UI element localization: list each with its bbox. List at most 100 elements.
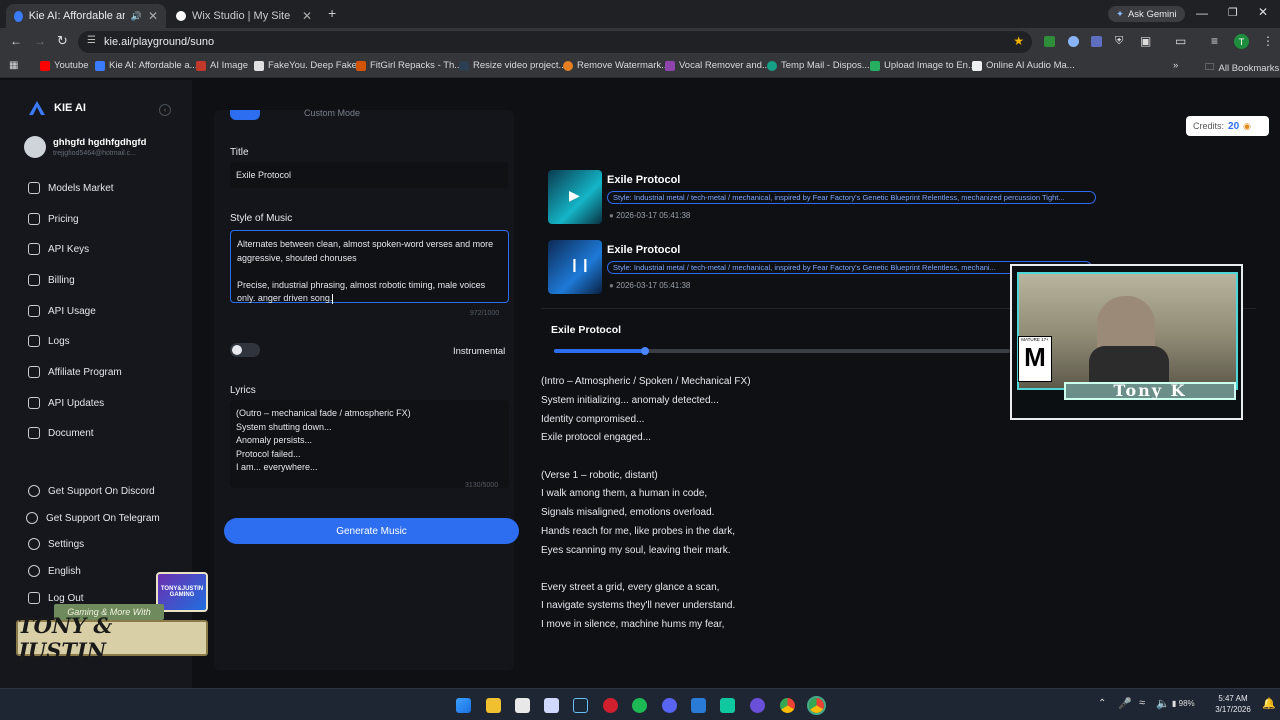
volume-icon[interactable]: 🔈: [1156, 697, 1170, 710]
sidebar-item-discord[interactable]: Get Support On Discord: [28, 485, 155, 497]
battery-indicator[interactable]: ▮ 98%: [1172, 699, 1195, 708]
bookmark-remove-watermark[interactable]: Remove Watermark...: [563, 60, 669, 71]
url-text: kie.ai/playground/suno: [104, 36, 215, 48]
new-tab-button[interactable]: +: [328, 5, 336, 21]
sidebar-item-api-keys[interactable]: API Keys: [28, 243, 89, 255]
wifi-icon[interactable]: ≈: [1139, 697, 1145, 709]
bookmark-online-audio[interactable]: Online AI Audio Ma...: [972, 60, 1075, 71]
extension-blue-icon[interactable]: [1068, 36, 1079, 47]
sidebar-item-billing[interactable]: Billing: [28, 274, 75, 286]
chrome-icon[interactable]: [780, 698, 795, 713]
sidebar-item-api-usage[interactable]: API Usage: [28, 305, 96, 317]
bookmark-fakeyou[interactable]: FakeYou. Deep Fake...: [254, 60, 365, 71]
song-thumbnail[interactable]: ❙❙: [548, 240, 602, 294]
bookmark-resize-video[interactable]: Resize video project...: [459, 60, 566, 71]
steam-icon[interactable]: [573, 698, 588, 713]
back-icon[interactable]: ←: [10, 34, 22, 48]
all-bookmarks-folder[interactable]: 🗀 All Bookmarks: [1205, 60, 1279, 76]
forward-icon[interactable]: →: [34, 34, 46, 48]
sidebar-item-pricing[interactable]: Pricing: [28, 213, 79, 225]
notifications-icon[interactable]: 🔔: [1262, 697, 1276, 710]
extension-flag-icon[interactable]: [1091, 36, 1102, 47]
streaming-app-icon[interactable]: [720, 698, 735, 713]
extensions-puzzle-icon[interactable]: ▣: [1140, 34, 1151, 48]
custom-mode-toggle[interactable]: [230, 110, 260, 120]
windows-start-icon[interactable]: [456, 698, 471, 713]
sidebar-item-settings[interactable]: Settings: [28, 538, 84, 550]
more-bookmarks-icon[interactable]: »: [1173, 60, 1178, 71]
close-window-icon[interactable]: ✕: [1258, 5, 1268, 19]
store-icon[interactable]: [515, 698, 530, 713]
lyric-line: I move in silence, machine hums my fear,: [541, 619, 725, 630]
apps-grid-icon[interactable]: ▦: [9, 60, 18, 71]
sidebar-item-logs[interactable]: Logs: [28, 335, 70, 347]
bookmark-youtube[interactable]: Youtube: [40, 60, 89, 71]
app-circle-icon[interactable]: [750, 698, 765, 713]
address-bar[interactable]: ☰ kie.ai/playground/suno ★: [78, 31, 1032, 53]
pause-icon[interactable]: ❙❙: [569, 257, 591, 273]
minimize-window-icon[interactable]: —: [1196, 6, 1208, 20]
ask-gemini-button[interactable]: ✦ Ask Gemini: [1108, 6, 1185, 22]
gemini-icon: ✦: [1116, 8, 1124, 20]
bookmark-upload-image[interactable]: Upload Image to En...: [870, 60, 976, 71]
generation-form: Custom Mode Title Exile Protocol Style o…: [214, 108, 514, 670]
sidebar-item-affiliate-program[interactable]: Affiliate Program: [28, 366, 122, 378]
title-input[interactable]: Exile Protocol: [230, 162, 508, 188]
song-title[interactable]: Exile Protocol: [607, 174, 680, 186]
speaker-icon[interactable]: 🔊: [131, 11, 142, 22]
sidebar-item-telegram[interactable]: Get Support On Telegram: [26, 512, 160, 524]
chrome-active-icon[interactable]: [807, 696, 826, 715]
credits-badge[interactable]: Credits: 20 ◉: [1186, 116, 1269, 136]
generate-music-button[interactable]: Generate Music: [224, 518, 519, 544]
stream-logo-overlay: TONY&JUSTIN GAMING Gaming & More With TO…: [16, 570, 208, 666]
sidebar-item-models-market[interactable]: Models Market: [28, 182, 114, 194]
song-thumbnail[interactable]: ▶: [548, 170, 602, 224]
opera-gx-icon[interactable]: [603, 698, 618, 713]
instrumental-toggle[interactable]: [230, 343, 260, 357]
spotify-icon[interactable]: [632, 698, 647, 713]
lyric-line: Eyes scanning my soul, leaving their mar…: [541, 545, 731, 556]
sidebar-item-api-updates[interactable]: API Updates: [28, 397, 104, 409]
browser-menu-icon[interactable]: ⋮: [1262, 34, 1274, 48]
reload-icon[interactable]: ↻: [57, 33, 68, 49]
cast-icon[interactable]: ▭: [1175, 34, 1186, 48]
style-textarea[interactable]: Alternates between clean, almost spoken-…: [230, 230, 509, 304]
tab-wix[interactable]: Wix Studio | My Site ✕: [168, 4, 320, 28]
lyrics-textarea[interactable]: (Outro – mechanical fade / atmospheric F…: [230, 400, 509, 488]
bookmark-kie-ai[interactable]: Kie AI: Affordable a...: [95, 60, 198, 71]
style-label: Style of Music: [230, 213, 293, 224]
player-scrubber-handle[interactable]: [641, 347, 650, 355]
close-tab-icon[interactable]: ✕: [302, 9, 312, 23]
player-progress-track[interactable]: [554, 347, 1010, 355]
collapse-sidebar-icon[interactable]: ‹: [159, 104, 171, 116]
brand-name: KIE AI: [54, 102, 86, 114]
close-tab-icon[interactable]: ✕: [148, 9, 158, 23]
profile-avatar[interactable]: T: [1234, 34, 1249, 49]
tab-kie-ai[interactable]: Kie AI: Affordable and Stal 🔊 ✕: [6, 4, 166, 28]
gear-icon: [28, 538, 40, 550]
discord-taskbar-icon[interactable]: [662, 698, 677, 713]
play-icon[interactable]: ▶: [569, 187, 580, 204]
file-explorer-icon[interactable]: [486, 698, 501, 713]
shield-icon[interactable]: ⛨: [1115, 35, 1123, 48]
tab-search-icon[interactable]: ≡: [1211, 34, 1218, 48]
bookmark-temp-mail[interactable]: Temp Mail - Dispos...: [767, 60, 870, 71]
sidebar-item-document[interactable]: Document: [28, 427, 94, 439]
extension-green-icon[interactable]: [1044, 36, 1055, 47]
brand-logo[interactable]: KIE AI: [28, 100, 86, 116]
bookmark-vocal-remover[interactable]: Vocal Remover and...: [665, 60, 770, 71]
microphone-icon[interactable]: 🎤: [1118, 697, 1132, 710]
bookmark-ai-image[interactable]: AI Image: [196, 60, 248, 71]
app-icon[interactable]: [544, 698, 559, 713]
app-store-icon[interactable]: [691, 698, 706, 713]
avatar[interactable]: [24, 136, 46, 158]
ask-gemini-label: Ask Gemini: [1127, 8, 1177, 20]
bookmark-star-icon[interactable]: ★: [1013, 34, 1024, 48]
restore-window-icon[interactable]: ❐: [1228, 6, 1238, 19]
bookmark-fitgirl[interactable]: FitGirl Repacks - Th...: [356, 60, 462, 71]
clock[interactable]: 5:47 AM 3/17/2026: [1210, 693, 1256, 715]
site-info-icon[interactable]: ☰: [87, 35, 96, 46]
song-title[interactable]: Exile Protocol: [607, 244, 680, 256]
online-audio-icon: [972, 60, 982, 71]
tray-expand-icon[interactable]: ⌃: [1098, 698, 1106, 709]
